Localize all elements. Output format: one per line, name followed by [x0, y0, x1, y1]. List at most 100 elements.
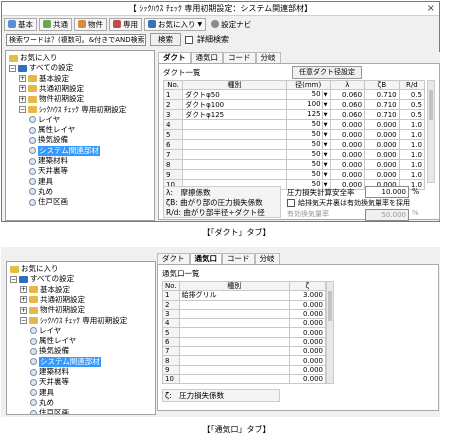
table-cell[interactable]: 0.000: [288, 299, 327, 310]
chevron-down-icon[interactable]: ▼: [321, 151, 328, 160]
settings-navi-button[interactable]: 設定ナビ: [208, 18, 254, 31]
chevron-down-icon[interactable]: ▼: [321, 131, 328, 140]
table-cell[interactable]: 0.000: [329, 139, 366, 151]
table-row[interactable]: 9 0.000: [162, 364, 327, 375]
table-cell[interactable]: [182, 149, 287, 161]
table-row[interactable]: 6 0.000: [162, 336, 327, 348]
tree-item[interactable]: お気に入り: [9, 53, 58, 63]
table-cell[interactable]: 0.5: [398, 89, 426, 101]
close-icon[interactable]: ×: [427, 2, 435, 16]
table-cell[interactable]: 1.0: [398, 159, 426, 171]
table-cell[interactable]: 0.000: [329, 129, 366, 141]
tab-branch[interactable]: 分岐: [255, 52, 281, 63]
tree-item[interactable]: 住戸区画: [29, 197, 68, 207]
expand-icon[interactable]: +: [19, 75, 26, 83]
table-cell[interactable]: 0.000: [364, 159, 400, 171]
table-cell[interactable]: 0.000: [288, 308, 327, 320]
table-cell[interactable]: [182, 129, 287, 141]
table-cell[interactable]: 125 ▼: [285, 109, 331, 121]
tree-item[interactable]: + 基本設定: [19, 74, 69, 84]
table-cell[interactable]: 0.5: [398, 109, 426, 121]
detail-search-checkbox[interactable]: [185, 35, 193, 44]
tree-item[interactable]: + 物件初期設定: [19, 94, 84, 104]
table-row[interactable]: 10 0.000: [162, 373, 327, 385]
tree-item[interactable]: + 共通初期設定: [20, 295, 85, 305]
tab-duct[interactable]: ダクト: [158, 52, 191, 63]
table-cell[interactable]: [178, 308, 290, 320]
tab-code-2[interactable]: コード: [222, 253, 255, 264]
table-cell[interactable]: 0.000: [364, 169, 400, 181]
table-cell[interactable]: [178, 346, 290, 357]
chevron-down-icon[interactable]: ▼: [321, 101, 328, 110]
table-cell[interactable]: 0.000: [364, 129, 400, 141]
tree-item[interactable]: レイヤ: [30, 326, 61, 336]
tab-vent-2[interactable]: 通気口: [189, 253, 222, 264]
table-row[interactable]: 6 50 ▼ 0.000 0.000 1.0: [162, 139, 426, 151]
table-cell[interactable]: 0.000: [288, 373, 327, 385]
table-row[interactable]: 7 0.000: [162, 346, 327, 357]
table-scrollbar[interactable]: [427, 80, 435, 183]
tree-item[interactable]: 建具: [30, 388, 54, 398]
favorites-button[interactable]: お気に入り ▼: [144, 17, 207, 31]
table-cell[interactable]: 0.710: [364, 99, 400, 111]
table-cell[interactable]: ダクトφ50: [182, 89, 287, 101]
tree-item[interactable]: 丸め: [29, 187, 53, 197]
expand-icon[interactable]: +: [20, 286, 27, 294]
table-cell[interactable]: 1.0: [398, 129, 426, 141]
table-row[interactable]: 2 ダクトφ100 100 ▼ 0.060 0.710 0.5: [162, 99, 426, 111]
tree-item[interactable]: − すべての設定: [10, 274, 74, 284]
table-row[interactable]: 4 50 ▼ 0.000 0.000 1.0: [162, 119, 426, 131]
table-row[interactable]: 5 0.000: [162, 327, 327, 338]
table-cell[interactable]: 0.000: [329, 169, 366, 181]
table-cell[interactable]: 0.060: [329, 109, 366, 121]
table-cell[interactable]: [182, 159, 287, 171]
table-cell[interactable]: [178, 373, 290, 385]
duct-diameter-setting-button[interactable]: 任意ダクト径設定: [292, 66, 362, 79]
table-cell[interactable]: 0.000: [329, 149, 366, 161]
table-cell[interactable]: [182, 169, 287, 181]
tab-branch-2[interactable]: 分岐: [254, 253, 280, 264]
table-cell[interactable]: [178, 327, 290, 338]
table-cell[interactable]: [182, 139, 287, 151]
basic-button[interactable]: 基本: [4, 17, 37, 31]
expand-icon[interactable]: +: [19, 85, 26, 93]
table-row[interactable]: 5 50 ▼ 0.000 0.000 1.0: [162, 129, 426, 141]
common-button[interactable]: 共通: [39, 17, 72, 31]
table-cell[interactable]: 0.710: [364, 89, 400, 101]
table-cell[interactable]: 50 ▼: [285, 169, 331, 181]
tree-item[interactable]: レイヤ: [29, 115, 60, 125]
tree-item[interactable]: 換気設備: [29, 135, 68, 145]
table-row[interactable]: 8 50 ▼ 0.000 0.000 1.0: [162, 159, 426, 171]
chevron-down-icon[interactable]: ▼: [321, 161, 328, 170]
chevron-down-icon[interactable]: ▼: [321, 171, 328, 180]
tree-item[interactable]: − ｼｯｸﾊｳｽ ﾁｪｯｸ 専用初期設定: [19, 105, 126, 115]
tree-item[interactable]: 建築材料: [30, 367, 69, 377]
table-cell[interactable]: 1.0: [398, 169, 426, 181]
vent-scrollbar-thumb[interactable]: [328, 291, 332, 321]
tree-item[interactable]: 住戸区画: [30, 408, 69, 414]
table-cell[interactable]: [178, 299, 290, 310]
chevron-down-icon[interactable]: ▼: [321, 121, 328, 130]
table-cell[interactable]: 0.060: [329, 89, 366, 101]
table-cell[interactable]: 1.0: [398, 149, 426, 161]
table-cell[interactable]: 1.0: [398, 139, 426, 151]
chevron-down-icon[interactable]: ▼: [321, 141, 328, 150]
table-cell[interactable]: 0.000: [364, 139, 400, 151]
table-row[interactable]: 4 0.000: [162, 318, 327, 329]
expand-icon[interactable]: +: [19, 95, 26, 103]
table-cell[interactable]: 3.000: [288, 290, 327, 301]
table-cell[interactable]: 0.000: [329, 159, 366, 171]
table-cell[interactable]: 0.000: [364, 119, 400, 131]
table-cell[interactable]: 0.5: [398, 99, 426, 111]
table-cell[interactable]: [178, 336, 290, 348]
tree-item[interactable]: 属性レイヤ: [30, 336, 76, 346]
settings-tree-vent[interactable]: お気に入り − すべての設定 + 基本設定 + 共通初期設定 + 物件初期設定 − ｼｯｸﾊｳｽ ﾁ…: [6, 261, 156, 415]
table-cell[interactable]: 50 ▼: [285, 119, 331, 131]
safety-factor-input[interactable]: 10.000: [365, 186, 409, 198]
table-cell[interactable]: 0.000: [288, 355, 327, 366]
tab-vent[interactable]: 通気口: [190, 52, 223, 63]
table-row[interactable]: 7 50 ▼ 0.000 0.000 1.0: [162, 149, 426, 161]
table-cell[interactable]: [182, 119, 287, 131]
tree-item[interactable]: 換気設備: [30, 346, 69, 356]
search-button[interactable]: 検索: [150, 33, 181, 46]
